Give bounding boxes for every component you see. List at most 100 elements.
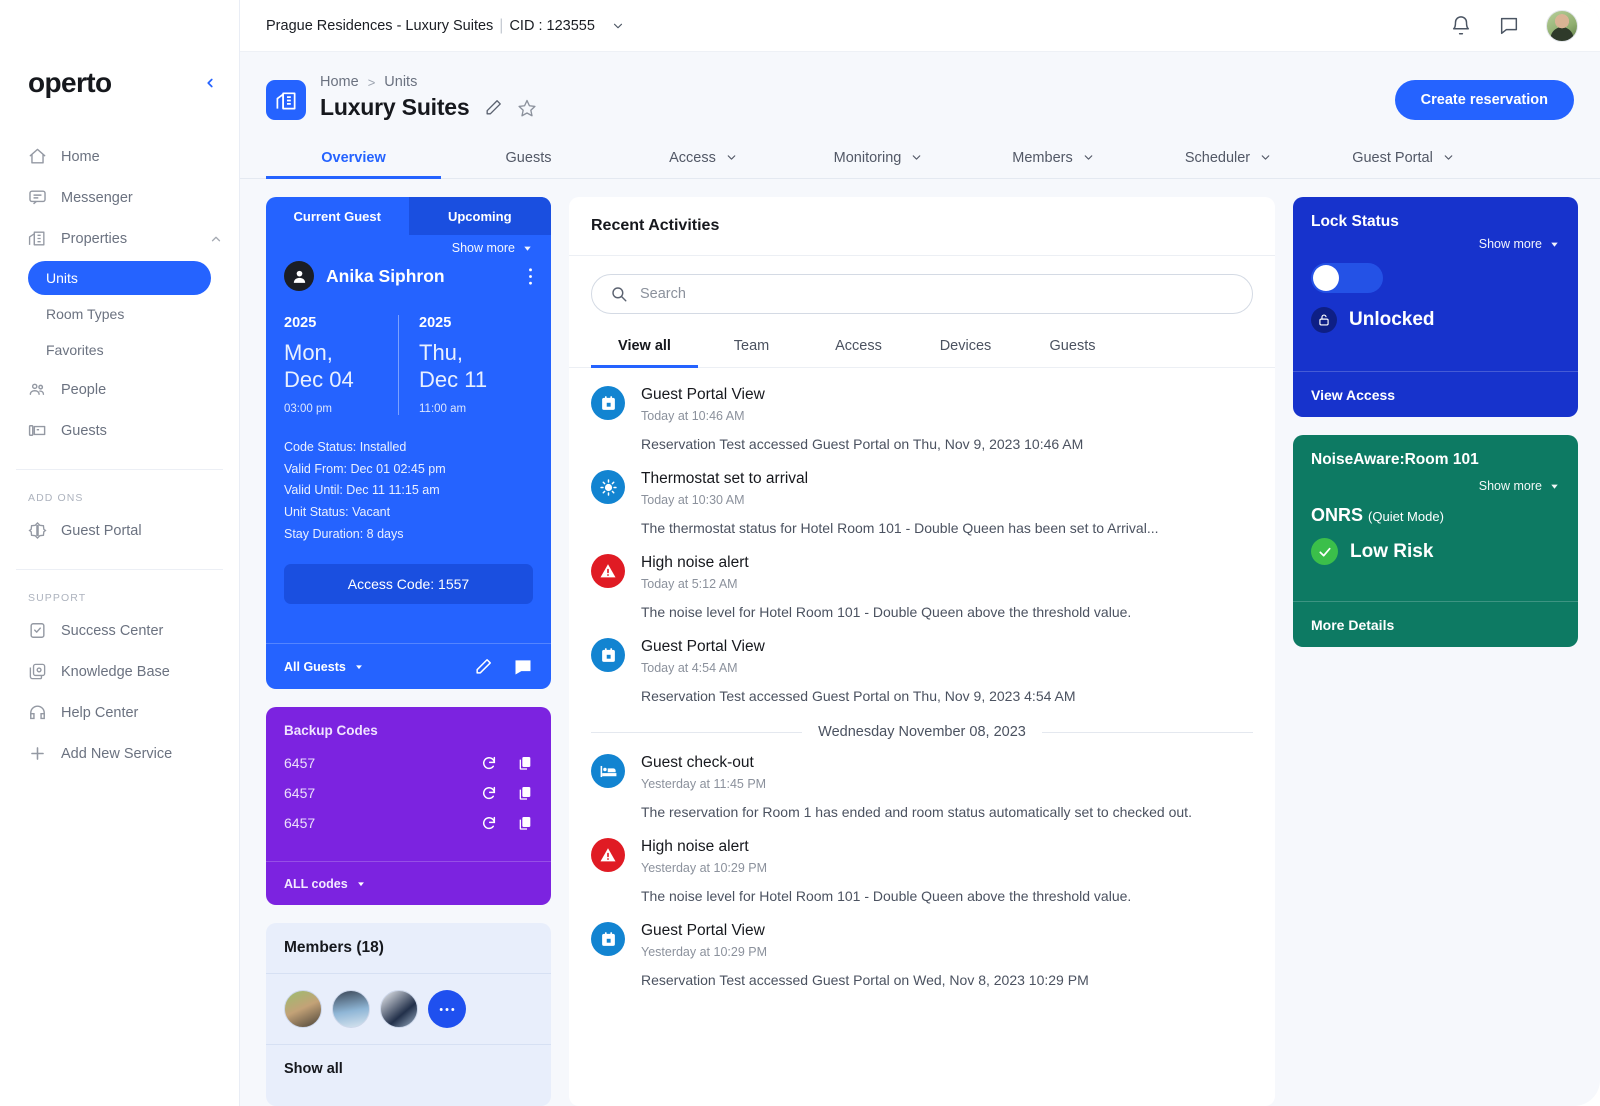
clipboard-check-icon <box>28 621 47 640</box>
sidebar-label-knowledge-base: Knowledge Base <box>61 663 170 680</box>
tab-scheduler[interactable]: Scheduler <box>1141 139 1316 179</box>
noise-show-more[interactable]: Show more <box>1311 479 1560 493</box>
avatar[interactable] <box>332 990 370 1028</box>
breadcrumb-separator: > <box>367 74 376 90</box>
tab-upcoming[interactable]: Upcoming <box>408 197 551 235</box>
activity-filter-tabs: View all Team Access Devices Guests <box>569 328 1275 368</box>
calendar-icon <box>591 386 625 420</box>
sidebar-item-properties[interactable]: Properties <box>0 218 239 259</box>
bell-icon[interactable] <box>1450 15 1472 37</box>
sidebar-item-favorites[interactable]: Favorites <box>28 333 211 367</box>
sidebar-item-guests[interactable]: Guests <box>0 410 239 451</box>
create-reservation-button[interactable]: Create reservation <box>1394 80 1574 120</box>
tab-overview[interactable]: Overview <box>266 139 441 179</box>
recent-activities-card: Recent Activities View all Team Access <box>569 197 1275 1106</box>
tab-monitoring[interactable]: Monitoring <box>791 139 966 179</box>
activity-content: Guest Portal View Today at 4:54 AM Reser… <box>641 638 1253 706</box>
members-card: Members (18) Show all <box>266 923 551 1106</box>
chevron-down-icon <box>1549 239 1560 250</box>
activity-tab-access[interactable]: Access <box>805 328 912 368</box>
activity-content: High noise alert Yesterday at 10:29 PM T… <box>641 838 1253 906</box>
list-item[interactable]: Guest Portal View Yesterday at 10:29 PM … <box>591 910 1253 994</box>
list-item[interactable]: Guest check-out Yesterday at 11:45 PM Th… <box>591 742 1253 826</box>
activity-tab-team[interactable]: Team <box>698 328 805 368</box>
more-members-button[interactable] <box>428 990 466 1028</box>
activity-tab-guests[interactable]: Guests <box>1019 328 1126 368</box>
copy-icon[interactable] <box>517 785 533 801</box>
more-options-icon[interactable] <box>528 267 533 286</box>
all-guests-dropdown[interactable]: All Guests <box>284 660 364 674</box>
more-details-link[interactable]: More Details <box>1293 601 1578 647</box>
search-input[interactable] <box>640 286 1234 302</box>
activity-tab-view-all[interactable]: View all <box>591 328 698 368</box>
tab-label-guests: Guests <box>505 149 552 166</box>
chat-icon[interactable] <box>1498 15 1520 37</box>
app-window: operto Home Messenger Properties Units R… <box>0 0 1600 1106</box>
breadcrumb: Home > Units <box>320 74 536 90</box>
copy-icon[interactable] <box>517 755 533 771</box>
list-item[interactable]: Guest Portal View Today at 4:54 AM Reser… <box>591 626 1253 710</box>
search-box[interactable] <box>591 274 1253 314</box>
tab-access[interactable]: Access <box>616 139 791 179</box>
star-icon[interactable] <box>517 98 536 117</box>
tab-members[interactable]: Members <box>966 139 1141 179</box>
checkin-block: 2025 Mon, Dec 04 03:00 pm <box>284 315 398 415</box>
members-show-all[interactable]: Show all <box>266 1045 551 1093</box>
tab-guests[interactable]: Guests <box>441 139 616 179</box>
calendar-icon <box>591 638 625 673</box>
toggle-knob <box>1313 265 1339 291</box>
list-item[interactable]: Guest Portal View Today at 10:46 AM Rese… <box>591 374 1253 458</box>
chevron-down-icon <box>1549 481 1560 492</box>
view-access-link[interactable]: View Access <box>1293 371 1578 417</box>
chevron-left-icon[interactable] <box>203 76 217 90</box>
sidebar-item-home[interactable]: Home <box>0 136 239 177</box>
chevron-down-icon <box>725 151 738 164</box>
list-item[interactable]: High noise alert Today at 5:12 AM The no… <box>591 542 1253 626</box>
refresh-icon[interactable] <box>481 815 497 831</box>
plus-icon <box>28 744 47 763</box>
message-icon[interactable] <box>513 657 533 677</box>
breadcrumb-home[interactable]: Home <box>320 74 359 90</box>
avatar[interactable] <box>284 990 322 1028</box>
sidebar-item-guest-portal[interactable]: Guest Portal <box>0 510 239 551</box>
pencil-icon[interactable] <box>484 98 503 117</box>
pencil-icon[interactable] <box>474 657 493 676</box>
access-code-button[interactable]: Access Code: 1557 <box>284 564 533 605</box>
refresh-icon[interactable] <box>481 755 497 771</box>
noise-mode: ONRS <box>1311 505 1364 525</box>
list-item[interactable]: High noise alert Yesterday at 10:29 PM T… <box>591 826 1253 910</box>
checkout-date: Dec 11 <box>419 366 488 392</box>
refresh-icon[interactable] <box>481 785 497 801</box>
sidebar-label-properties: Properties <box>61 230 128 247</box>
chevron-down-icon[interactable] <box>611 19 625 33</box>
main-area: Prague Residences - Luxury Suites | CID … <box>240 0 1600 1106</box>
copy-icon[interactable] <box>517 815 533 831</box>
meta-valid-from: Valid From: Dec 01 02:45 pm <box>284 461 446 476</box>
sidebar-item-people[interactable]: People <box>0 369 239 410</box>
sidebar-item-help-center[interactable]: Help Center <box>0 692 239 733</box>
noise-aware-card: NoiseAware:Room 101 Show more ONRS (Quie… <box>1293 435 1578 647</box>
tab-current-guest[interactable]: Current Guest <box>266 197 409 235</box>
tab-guest-portal[interactable]: Guest Portal <box>1316 139 1491 179</box>
sidebar-item-units[interactable]: Units <box>28 261 211 295</box>
breadcrumb-units[interactable]: Units <box>384 74 417 90</box>
topbar: Prague Residences - Luxury Suites | CID … <box>240 0 1600 52</box>
activity-tab-devices[interactable]: Devices <box>912 328 1019 368</box>
sidebar-item-room-types[interactable]: Room Types <box>28 297 211 331</box>
user-avatar[interactable] <box>1546 9 1578 42</box>
tab-label-guest-portal: Guest Portal <box>1352 149 1433 166</box>
page-tabs: Overview Guests Access Monitoring Member… <box>240 139 1600 179</box>
sidebar-item-add-new-service[interactable]: Add New Service <box>0 733 239 774</box>
lock-toggle[interactable] <box>1311 263 1383 293</box>
guest-show-more[interactable]: Show more <box>284 241 533 255</box>
sidebar-item-knowledge-base[interactable]: Knowledge Base <box>0 651 239 692</box>
all-codes-dropdown[interactable]: ALL codes <box>266 861 551 905</box>
lock-show-more[interactable]: Show more <box>1311 237 1560 251</box>
avatar[interactable] <box>380 990 418 1028</box>
property-cid: CID : 123555 <box>509 17 595 34</box>
sidebar-item-success-center[interactable]: Success Center <box>0 610 239 651</box>
status-badge: Unlocked <box>1349 309 1435 330</box>
list-item[interactable]: Thermostat set to arrival Today at 10:30… <box>591 458 1253 542</box>
sidebar-item-messenger[interactable]: Messenger <box>0 177 239 218</box>
activity-content: Guest Portal View Today at 10:46 AM Rese… <box>641 386 1253 454</box>
